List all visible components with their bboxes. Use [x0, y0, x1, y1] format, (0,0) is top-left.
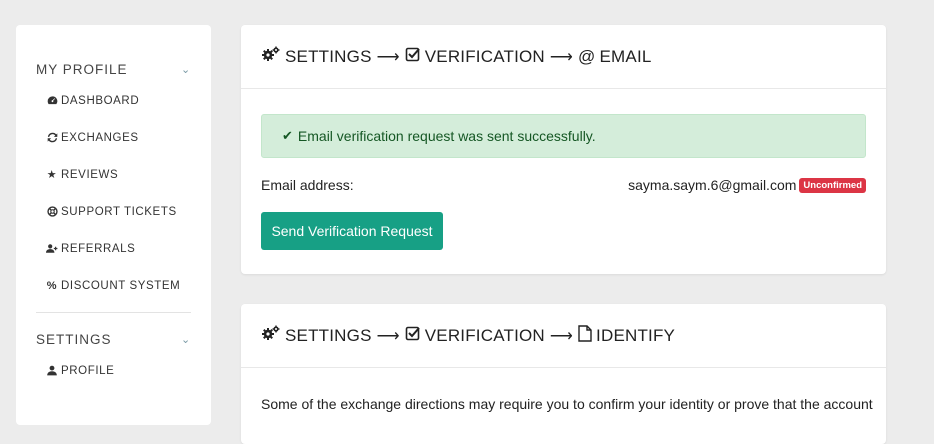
- sidebar-item-label: SUPPORT TICKETS: [61, 205, 177, 218]
- sidebar-item-label: DASHBOARD: [61, 94, 140, 107]
- dashboard-icon: [46, 95, 58, 106]
- sidebar-item-label: PROFILE: [61, 364, 115, 377]
- check-icon: ✔: [282, 128, 293, 143]
- star-icon: ★: [46, 169, 58, 181]
- sidebar: MY PROFILE ⌄ DASHBOARD EXCHANGES ★ REVIE…: [16, 25, 211, 425]
- chevron-down-icon: ⌄: [181, 333, 192, 346]
- sidebar-item-referrals[interactable]: REFERRALS: [16, 230, 211, 267]
- file-icon: [578, 324, 592, 347]
- arrow-right-icon: ⟶: [376, 48, 400, 66]
- sidebar-item-label: EXCHANGES: [61, 131, 139, 144]
- arrow-right-icon: ⟶: [549, 48, 574, 66]
- cogs-icon: [261, 325, 281, 346]
- sidebar-item-reviews[interactable]: ★ REVIEWS: [16, 156, 211, 193]
- percent-icon: %: [46, 279, 58, 292]
- status-badge: Unconfirmed: [799, 177, 866, 193]
- check-square-icon: [405, 46, 421, 67]
- identify-description: Some of the exchange directions may requ…: [261, 396, 873, 412]
- breadcrumb-settings: SETTINGS: [285, 46, 372, 66]
- cogs-icon: [261, 46, 281, 67]
- check-square-icon: [405, 325, 421, 346]
- sidebar-item-label: REVIEWS: [61, 168, 119, 181]
- sidebar-item-dashboard[interactable]: DASHBOARD: [16, 82, 211, 119]
- breadcrumb-settings: SETTINGS: [285, 325, 372, 345]
- life-ring-icon: [46, 206, 58, 217]
- breadcrumb-identify: IDENTIFY: [596, 325, 676, 345]
- breadcrumb-verification: VERIFICATION: [424, 46, 545, 66]
- sidebar-item-label: REFERRALS: [61, 242, 136, 255]
- arrow-right-icon: ⟶: [376, 327, 400, 345]
- sidebar-section-settings[interactable]: SETTINGS ⌄: [16, 327, 211, 351]
- email-value: sayma.saym.6@gmail.com: [628, 177, 797, 193]
- sidebar-section-my-profile[interactable]: MY PROFILE ⌄: [16, 57, 211, 81]
- sidebar-section-title: SETTINGS: [36, 331, 112, 347]
- user-plus-icon: [46, 243, 58, 254]
- at-icon: @: [578, 46, 596, 66]
- sidebar-divider: [36, 312, 191, 313]
- send-verification-button[interactable]: Send Verification Request: [261, 212, 443, 250]
- user-icon: [46, 365, 58, 376]
- success-alert: ✔ Email verification request was sent su…: [261, 114, 866, 158]
- breadcrumb: SETTINGS ⟶ VERIFICATION ⟶ IDENTIFY: [241, 304, 886, 368]
- email-label: Email address:: [261, 177, 354, 193]
- sidebar-item-label: DISCOUNT SYSTEM: [61, 279, 181, 292]
- chevron-down-icon: ⌄: [181, 63, 192, 76]
- alert-message: Email verification request was sent succ…: [297, 128, 596, 144]
- sidebar-item-support-tickets[interactable]: SUPPORT TICKETS: [16, 193, 211, 230]
- email-verification-card: SETTINGS ⟶ VERIFICATION ⟶ @ EMAIL ✔ Emai…: [241, 25, 886, 274]
- identify-verification-card: SETTINGS ⟶ VERIFICATION ⟶ IDENTIFY Some …: [241, 304, 886, 444]
- sidebar-item-profile[interactable]: PROFILE: [16, 352, 211, 389]
- arrow-right-icon: ⟶: [549, 327, 574, 345]
- breadcrumb-verification: VERIFICATION: [424, 325, 545, 345]
- breadcrumb: SETTINGS ⟶ VERIFICATION ⟶ @ EMAIL: [241, 25, 886, 89]
- sidebar-section-title: MY PROFILE: [36, 61, 128, 77]
- refresh-icon: [46, 132, 58, 143]
- breadcrumb-email: EMAIL: [599, 46, 652, 66]
- email-row: Email address: sayma.saym.6@gmail.com Un…: [261, 174, 866, 196]
- sidebar-item-discount-system[interactable]: % DISCOUNT SYSTEM: [16, 267, 211, 304]
- sidebar-item-exchanges[interactable]: EXCHANGES: [16, 119, 211, 156]
